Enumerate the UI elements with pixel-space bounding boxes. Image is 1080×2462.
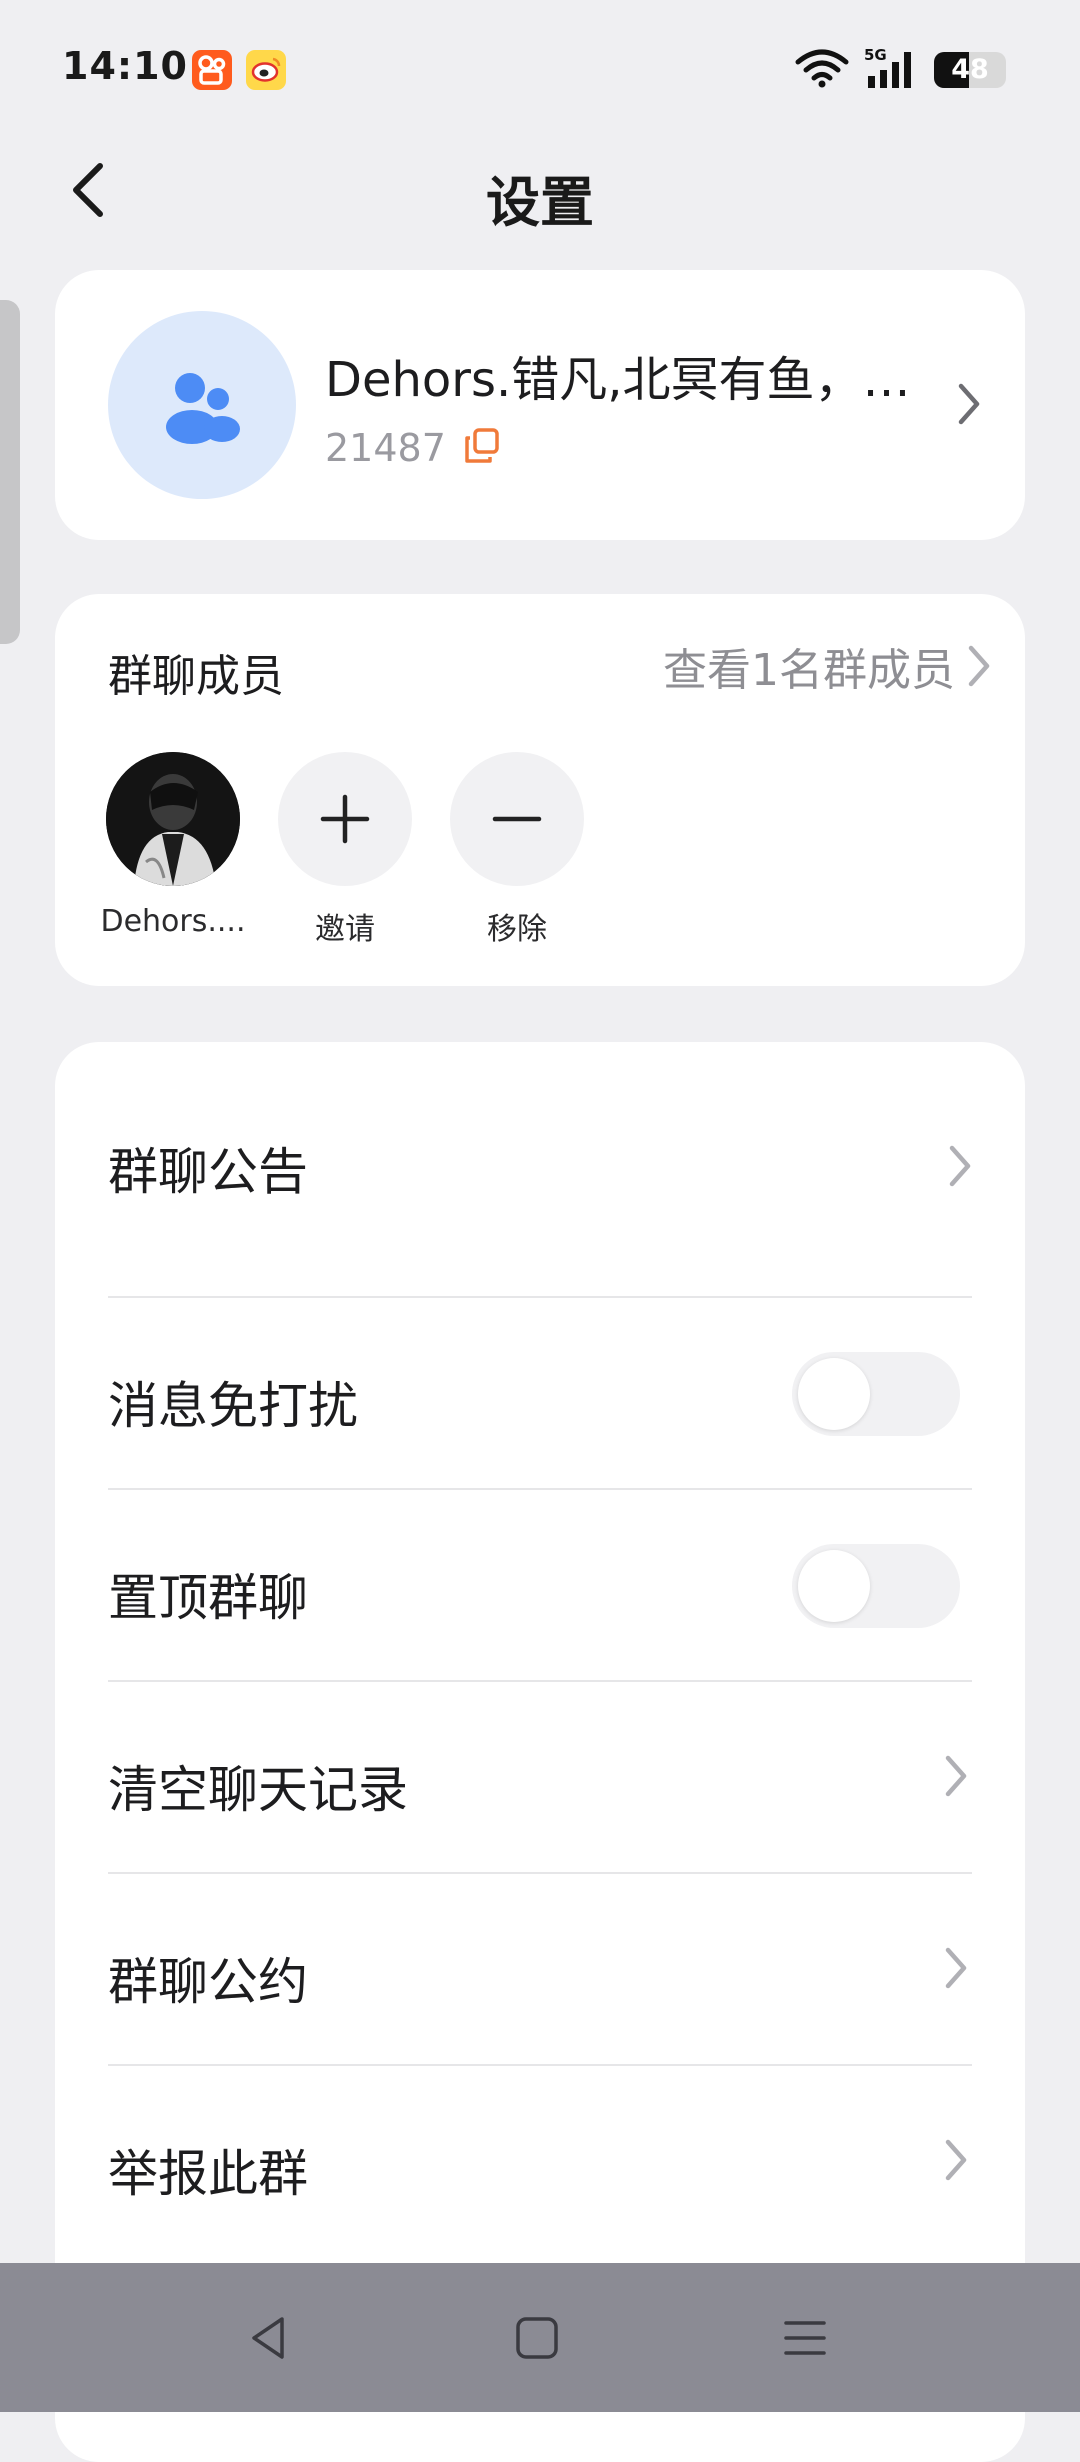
pin-chat-toggle[interactable] [792, 1544, 960, 1628]
group-settings-card: 群聊公告 消息免打扰 置顶群聊 清空聊天记录 群聊公约 举报此群 [55, 1042, 1025, 2462]
toggle-knob [798, 1358, 870, 1430]
minus-icon-wrap [450, 752, 584, 886]
member-name: Dehors.... [100, 904, 246, 939]
system-navigation-bar [0, 2263, 1080, 2412]
plus-icon-wrap [278, 752, 412, 886]
kuaishou-icon [192, 50, 232, 90]
remove-label: 移除 [487, 912, 547, 947]
settings-item-clear-history[interactable]: 清空聊天记录 [108, 1682, 972, 1872]
chevron-right-icon [949, 1145, 971, 1187]
cellular-5g-icon: 5G [864, 46, 920, 94]
battery-level: 48 [951, 54, 989, 85]
wifi-icon [794, 48, 850, 92]
settings-item-label: 群聊公告 [108, 1143, 308, 1201]
chevron-right-icon [945, 1755, 967, 1797]
member-item[interactable]: Dehors.... [93, 752, 253, 939]
header: 设置 [0, 140, 1080, 240]
toggle-knob [798, 1550, 870, 1622]
settings-item-label: 置顶群聊 [108, 1569, 308, 1627]
remove-member-button[interactable]: 移除 [437, 752, 597, 948]
status-bar: 14:10 5G 48 [0, 0, 1080, 130]
menu-lines-icon [784, 2321, 826, 2355]
battery-icon: 48 [934, 52, 1006, 88]
invite-label: 邀请 [315, 912, 375, 947]
group-id: 21487 [325, 426, 446, 470]
nav-menu-button[interactable] [770, 2303, 840, 2373]
group-name: Dehors.错凡,北冥有鱼，… [325, 352, 911, 408]
do-not-disturb-toggle[interactable] [792, 1352, 960, 1436]
member-avatar [106, 752, 240, 886]
settings-item-pin-chat: 置顶群聊 [108, 1490, 972, 1680]
chevron-right-icon [957, 382, 981, 426]
side-drawer-handle[interactable] [0, 300, 20, 644]
settings-item-label: 清空聊天记录 [108, 1761, 408, 1819]
minus-icon [492, 816, 542, 822]
square-home-icon [516, 2317, 558, 2359]
settings-item-announcement[interactable]: 群聊公告 [108, 1112, 972, 1222]
plus-icon [320, 794, 370, 844]
weibo-icon [246, 50, 286, 90]
copy-icon[interactable] [462, 426, 502, 470]
group-members-card: 群聊成员 查看1名群成员 Dehors.... 邀请 移除 [55, 594, 1025, 986]
group-users-icon [166, 373, 240, 444]
settings-item-group-rules[interactable]: 群聊公约 [108, 1874, 972, 2064]
nav-back-button[interactable] [234, 2303, 304, 2373]
view-all-members-link[interactable]: 查看1名群成员 [663, 634, 991, 698]
status-time: 14:10 [62, 44, 188, 88]
status-indicators: 5G 48 [794, 46, 1006, 94]
invite-member-button[interactable]: 邀请 [265, 752, 425, 948]
settings-item-report-group[interactable]: 举报此群 [108, 2066, 972, 2256]
members-title: 群聊成员 [108, 651, 284, 702]
group-id-row: 21487 [325, 426, 502, 470]
group-avatar [108, 311, 296, 499]
view-all-members-label: 查看1名群成员 [663, 645, 955, 696]
settings-item-do-not-disturb: 消息免打扰 [108, 1298, 972, 1488]
nav-home-button[interactable] [502, 2303, 572, 2373]
network-type-label: 5G [864, 46, 887, 64]
settings-item-label: 消息免打扰 [108, 1377, 358, 1435]
group-info-card[interactable]: Dehors.错凡,北冥有鱼，… 21487 [55, 270, 1025, 540]
chevron-right-icon [945, 2139, 967, 2181]
settings-item-label: 举报此群 [108, 2145, 308, 2203]
chevron-right-icon [968, 645, 990, 687]
triangle-back-icon [252, 2317, 284, 2359]
chevron-right-icon [945, 1947, 967, 1989]
settings-item-label: 群聊公约 [108, 1953, 308, 2011]
page-title: 设置 [486, 171, 594, 234]
